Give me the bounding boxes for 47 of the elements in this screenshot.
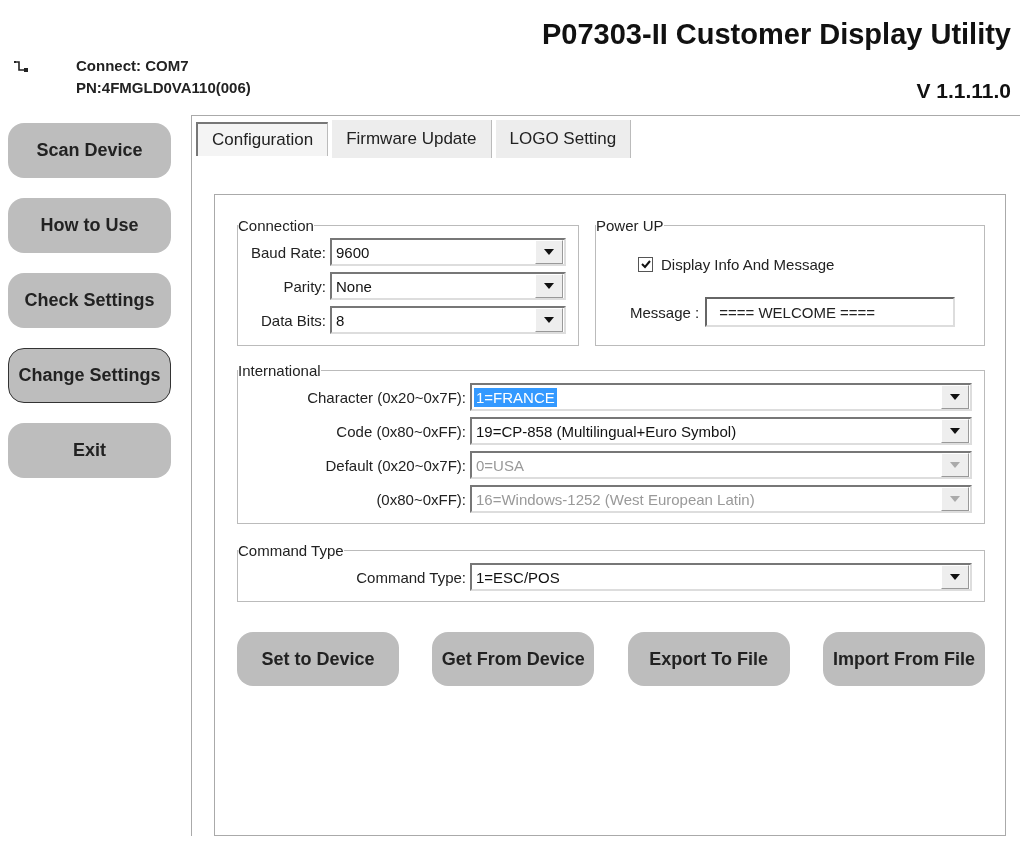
checkbox-label: Display Info And Message <box>661 256 835 273</box>
dropdown-arrow-icon <box>544 249 554 255</box>
field-label: Command Type: <box>355 568 466 586</box>
part-number: PN:4FMGLD0VA110(006) <box>76 79 251 96</box>
message-field[interactable]: ==== WELCOME ==== <box>705 297 956 327</box>
connection-status: Connect: COM7 <box>76 57 190 74</box>
action-button[interactable]: Export To File <box>627 632 790 686</box>
field-label: Character (0x20~0x7F): <box>306 388 466 406</box>
checkbox[interactable] <box>638 257 653 272</box>
tab[interactable]: LOGO Setting <box>495 120 632 158</box>
app-title: P07303-II Customer Display Utility <box>542 18 1011 51</box>
dropdown[interactable]: 8 <box>330 306 566 334</box>
tab[interactable]: Configuration <box>196 122 329 156</box>
connection-icon <box>14 61 28 73</box>
tab[interactable]: Firmware Update <box>332 120 492 158</box>
nav-button[interactable]: Scan Device <box>8 123 171 178</box>
group-title: Power UP <box>596 217 664 234</box>
dropdown[interactable]: 19=CP-858 (Multilingual+Euro Symbol) <box>470 417 972 445</box>
dropdown[interactable]: 9600 <box>330 238 566 266</box>
dropdown-arrow-icon <box>544 317 554 323</box>
message-label: Message : <box>630 303 700 321</box>
nav-button[interactable]: Change Settings <box>8 348 171 403</box>
nav-button[interactable]: How to Use <box>8 198 171 253</box>
dropdown-arrow-icon <box>544 283 554 289</box>
field-label: Baud Rate: <box>250 243 326 261</box>
version-label: V 1.1.11.0 <box>916 79 1011 103</box>
field-label: Data Bits: <box>259 311 326 329</box>
field-label: Parity: <box>282 277 326 295</box>
dropdown-arrow-icon <box>950 496 960 502</box>
group-title: Connection <box>238 217 314 234</box>
dropdown-arrow-icon <box>950 574 960 580</box>
dropdown[interactable]: 1=ESC/POS <box>470 563 972 591</box>
field-label: Code (0x80~0xFF): <box>335 422 466 440</box>
group-title: Command Type <box>238 542 344 559</box>
action-button[interactable]: Set to Device <box>237 632 399 686</box>
nav-button[interactable]: Exit <box>8 423 171 478</box>
dropdown[interactable]: None <box>330 272 566 300</box>
dropdown-arrow-icon <box>950 462 960 468</box>
dropdown-arrow-icon <box>950 428 960 434</box>
dropdown-arrow-icon <box>950 394 960 400</box>
group-title: International <box>238 362 321 379</box>
field-label: Default (0x20~0x7F): <box>324 456 466 474</box>
action-button[interactable]: Get From Device <box>432 632 595 686</box>
nav-button[interactable]: Check Settings <box>8 273 171 328</box>
action-button[interactable]: Import From File <box>823 632 985 686</box>
check-icon <box>640 260 651 269</box>
field-label: (0x80~0xFF): <box>375 490 466 508</box>
